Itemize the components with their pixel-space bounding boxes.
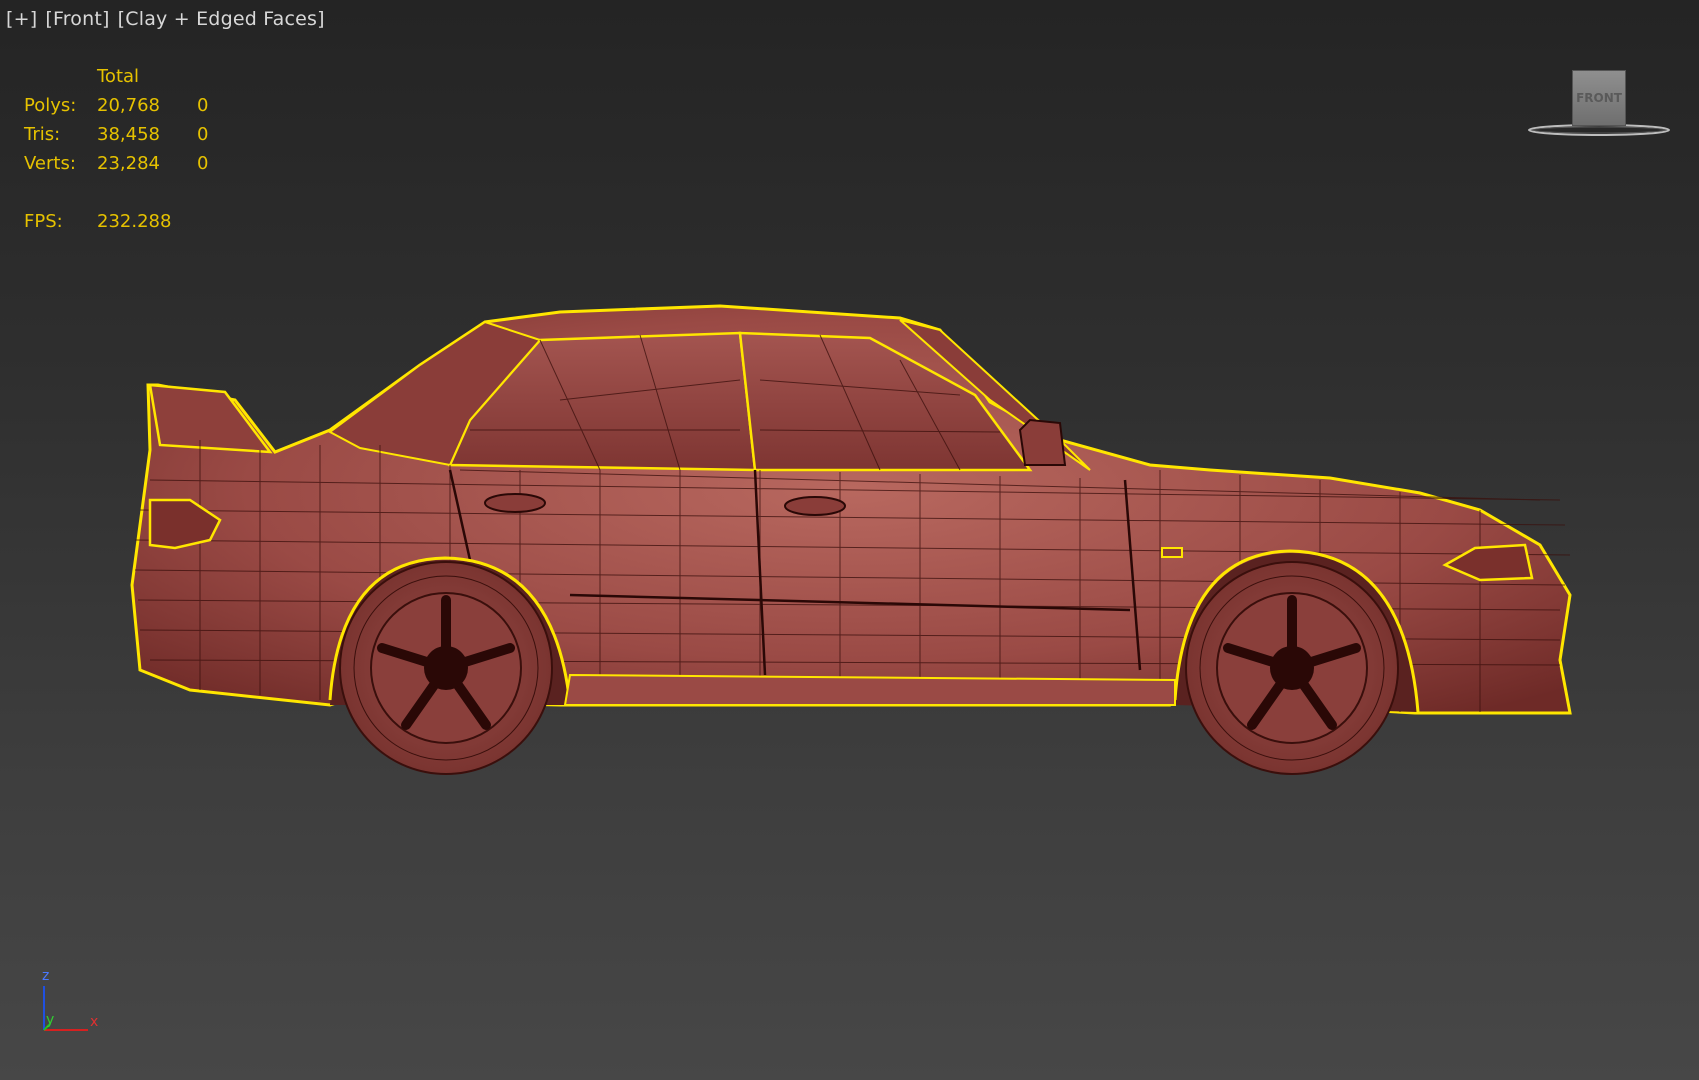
- rear-door-handle: [484, 493, 546, 513]
- side-mirror: [1018, 418, 1067, 466]
- axis-z-label: z: [42, 968, 50, 984]
- axis-x-label: x: [90, 1014, 99, 1030]
- front-wheel: [1185, 561, 1399, 775]
- axis-y-label: y: [46, 1012, 55, 1028]
- rear-wheel: [339, 561, 553, 775]
- rear-spoiler: [148, 383, 273, 454]
- rocker-panel: [563, 673, 1176, 706]
- axis-tripod: z y x: [36, 968, 106, 1036]
- car-model-viewport[interactable]: [0, 0, 1699, 1080]
- front-door-handle: [784, 496, 846, 516]
- side-marker: [1161, 547, 1183, 558]
